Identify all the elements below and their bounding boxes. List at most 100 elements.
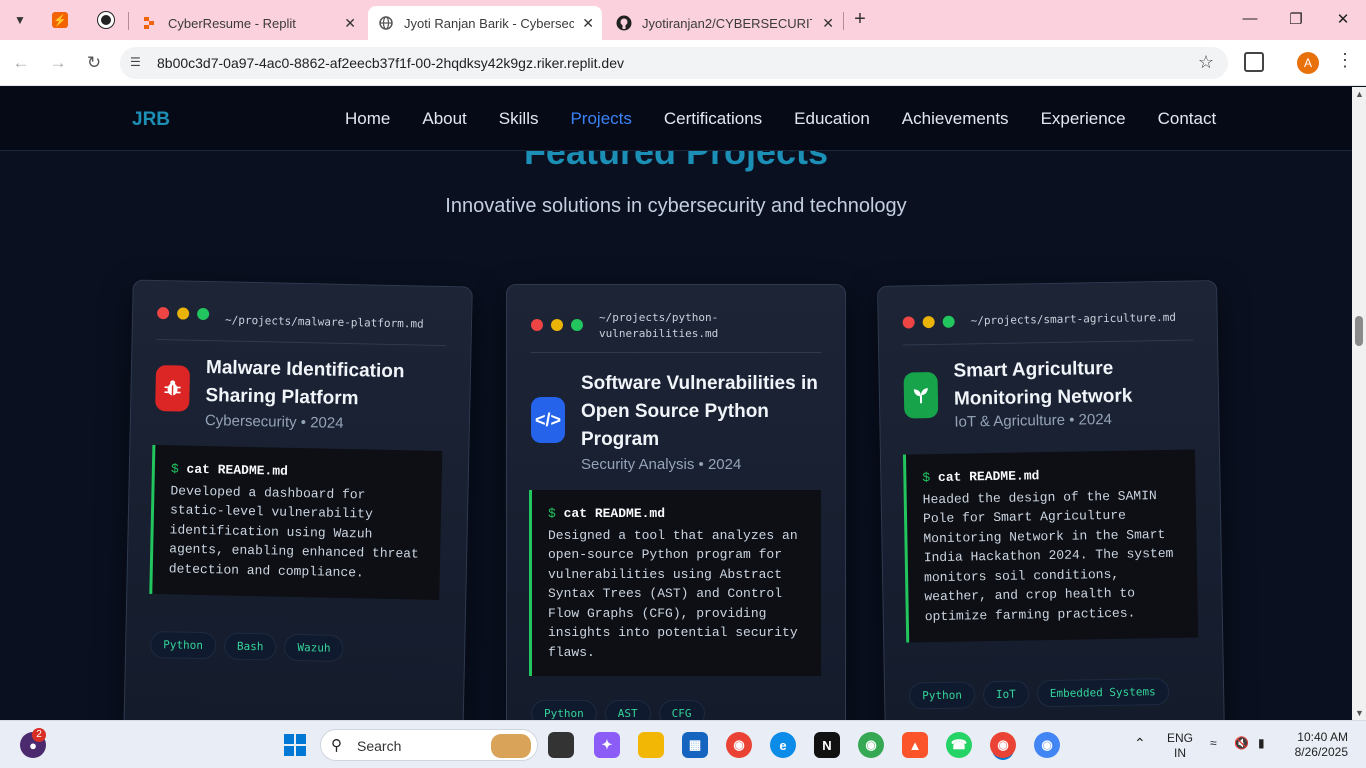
tab-github-repo[interactable]: Jyotiranjan2/CYBERSECURITY-P ✕ [606,6,842,40]
nav-about[interactable]: About [422,109,466,129]
file-explorer-icon[interactable] [638,732,664,758]
pinned-tab-circle-app[interactable] [96,10,116,30]
page-scrollbar[interactable]: ▲ ▼ [1352,87,1366,720]
project-card[interactable]: ~/projects/python-vulnerabilities.md </>… [506,284,846,720]
yellow-dot-icon [922,316,935,329]
new-tab-button[interactable]: + [850,9,870,29]
profile-avatar[interactable]: A [1297,52,1319,74]
taskbar-search[interactable]: ⚲ Search [320,729,538,761]
scroll-up-arrow-icon[interactable]: ▲ [1355,89,1364,99]
edge-icon[interactable]: e [770,732,796,758]
site-nav-links: Home About Skills Projects Certification… [345,109,1248,129]
bug-icon [155,364,191,412]
tab-title: Jyoti Ranjan Barik - Cybersecuri [404,15,574,31]
windows-start-icon[interactable] [282,732,308,758]
chrome-profile-j-icon[interactable]: ◉ [1034,732,1060,758]
browser-toolbar: ← → ↻ ☰ 8b00c3d7-0a97-4ac0-8862-af2eecb3… [0,40,1366,86]
window-dots [157,307,210,321]
tab-cyberresume-replit[interactable]: CyberResume - Replit ✕ [132,6,364,40]
tag-embedded-systems: Embedded Systems [1036,677,1169,708]
battery-icon[interactable]: ▮ [1258,736,1265,751]
chrome-profile-icon[interactable]: ◉ [858,732,884,758]
nav-achievements[interactable]: Achievements [902,109,1009,129]
task-view-icon[interactable] [548,732,574,758]
nav-experience[interactable]: Experience [1041,109,1126,129]
site-logo[interactable]: JRB [132,109,170,131]
minimize-icon[interactable]: — [1240,10,1260,27]
nav-certifications[interactable]: Certifications [664,109,762,129]
window-dots [531,319,583,331]
command-text: cat README.md [186,461,289,479]
brave-icon[interactable]: ▲ [902,732,928,758]
project-tags: Python IoT Embedded Systems [908,677,1169,710]
tag-iot: IoT [982,680,1030,709]
wifi-icon[interactable]: ≈ [1210,736,1217,751]
chrome-active-icon[interactable]: ◉ [990,732,1016,758]
tab-close-icon[interactable]: ✕ [344,15,356,32]
circle-app-icon [98,12,114,28]
scrollbar-thumb[interactable] [1355,316,1363,346]
nav-education[interactable]: Education [794,109,870,129]
tab-search-chevron-icon[interactable]: ▼ [8,8,32,32]
back-arrow-icon[interactable]: ← [10,52,32,74]
readme-command: $ cat README.md [171,459,428,484]
nav-skills[interactable]: Skills [499,109,539,129]
window-close-icon[interactable]: ✕ [1333,10,1353,28]
project-file-path: ~/projects/python-vulnerabilities.md [599,311,719,340]
nav-contact[interactable]: Contact [1158,109,1217,129]
site-info-icon[interactable]: ☰ [130,55,146,71]
project-card[interactable]: ~/projects/smart-agriculture.md Smart Ag… [877,280,1225,720]
whatsapp-icon[interactable]: ☎ [946,732,972,758]
green-dot-icon [197,307,210,321]
tag-cfg: CFG [658,700,705,720]
red-dot-icon [157,307,170,320]
bookmark-star-icon[interactable]: ☆ [1198,52,1214,73]
tab-close-icon[interactable]: ✕ [582,15,594,32]
language-code: ENG [1166,731,1193,745]
url-text[interactable]: 8b00c3d7-0a97-4ac0-8862-af2eecb37f1f-00-… [157,55,624,71]
tab-portfolio-active[interactable]: Jyoti Ranjan Barik - Cybersecuri ✕ [368,6,602,40]
divider [903,339,1194,346]
region-code: IN [1174,746,1186,760]
prompt-dollar: $ [170,461,187,477]
nav-home[interactable]: Home [345,109,390,129]
project-file-path: ~/projects/malware-platform.md [224,313,424,331]
globe-icon [378,15,394,31]
address-bar[interactable]: ☰ 8b00c3d7-0a97-4ac0-8862-af2eecb37f1f-0… [120,47,1228,79]
project-title: Malware Identification Sharing Platform [205,357,405,410]
project-readme-block: $ cat README.md Headed the design of the… [902,449,1199,643]
replit-bolt-icon: ⚡ [52,12,68,28]
replit-icon [142,15,158,31]
seedling-icon [903,371,939,419]
extensions-puzzle-icon[interactable] [1244,52,1264,72]
project-meta: Cybersecurity • 2024 [204,412,344,432]
search-label: Search [357,738,402,754]
project-card[interactable]: ~/projects/malware-platform.md Malware I… [123,279,473,720]
tab-title: Jyotiranjan2/CYBERSECURITY-P [642,15,812,31]
nav-projects[interactable]: Projects [570,109,631,129]
search-highlight-image [491,734,531,758]
window-dots [902,315,955,329]
pinned-tab-replit[interactable]: ⚡ [50,10,70,30]
tag-python: Python [908,681,976,710]
scroll-down-arrow-icon[interactable]: ▼ [1355,708,1364,718]
project-meta: Security Analysis • 2024 [581,456,742,473]
notion-icon[interactable]: N [814,732,840,758]
microsoft-store-icon[interactable]: ▦ [682,732,708,758]
taskbar-clock[interactable]: 10:40 AM 8/26/2025 [1286,730,1348,760]
restore-icon[interactable]: ❐ [1286,10,1306,28]
browser-menu-icon[interactable]: ⋮ [1336,50,1354,71]
chrome-icon[interactable]: ◉ [726,732,752,758]
forward-arrow-icon[interactable]: → [47,52,69,74]
green-dot-icon [571,319,583,331]
tray-overflow-chevron-icon[interactable]: ⌃ [1134,736,1146,751]
volume-muted-icon[interactable]: 🔇 [1234,736,1249,751]
clock-date: 8/26/2025 [1294,745,1348,759]
readme-command: $ cat README.md [922,464,1181,488]
tab-close-icon[interactable]: ✕ [822,15,834,32]
prompt-dollar: $ [922,469,939,486]
tag-python: Python [531,700,597,720]
reload-icon[interactable]: ↻ [83,52,105,74]
copilot-icon[interactable]: ✦ [594,732,620,758]
language-indicator[interactable]: ENG IN [1166,731,1194,761]
